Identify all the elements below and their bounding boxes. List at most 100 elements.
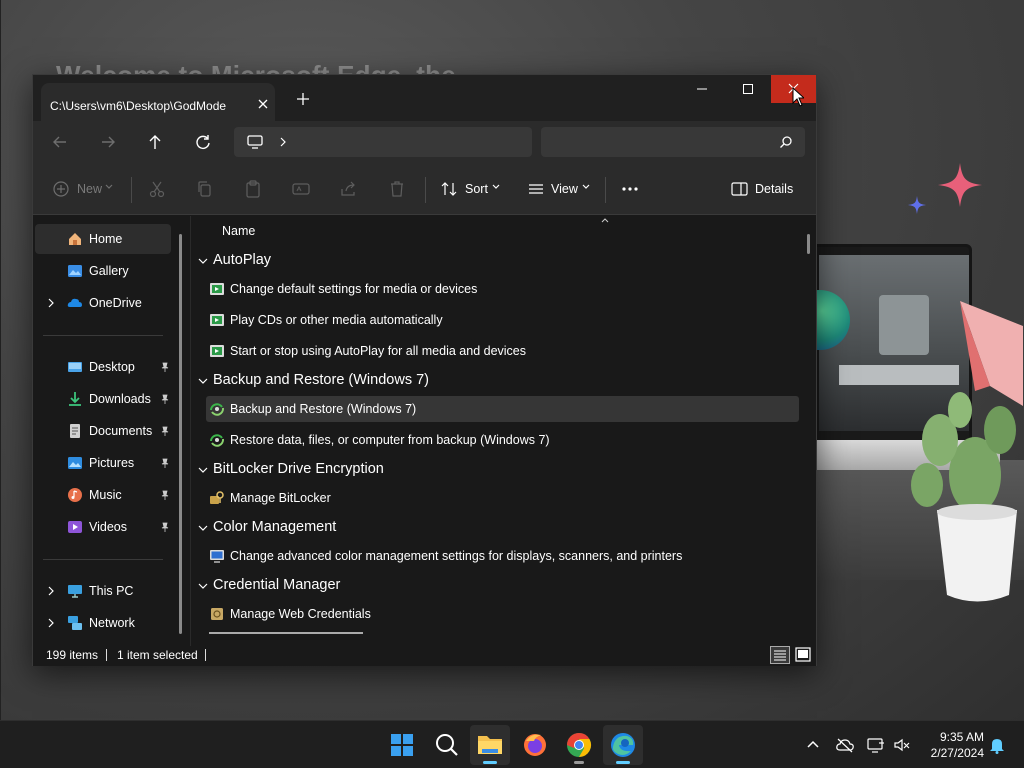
downloads-icon <box>69 392 81 406</box>
clock-time[interactable]: 9:35 AM <box>920 730 984 744</box>
list-item[interactable]: Change advanced color management setting… <box>206 543 799 569</box>
navigation-pane: Home Gallery OneDrive Desktop Downloads … <box>33 216 191 646</box>
breadcrumb-chevron-icon[interactable] <box>278 136 288 148</box>
sidebar-item-home[interactable]: Home <box>35 224 171 254</box>
file-explorer-taskbar-button[interactable] <box>470 725 510 765</box>
monitor-icon <box>247 135 263 149</box>
search-input[interactable] <box>541 127 805 157</box>
up-arrow-icon[interactable] <box>142 131 168 153</box>
more-options-icon[interactable] <box>620 179 640 199</box>
sidebar-divider <box>43 559 163 560</box>
new-button[interactable]: New <box>77 182 102 196</box>
active-indicator <box>483 761 497 764</box>
chevron-right-icon[interactable] <box>45 297 57 309</box>
chevron-down-icon <box>198 525 208 531</box>
details-pane-icon <box>731 182 748 196</box>
pin-icon[interactable] <box>159 457 171 469</box>
sidebar-item-music[interactable]: Music <box>35 480 171 510</box>
chrome-taskbar-button[interactable] <box>559 725 599 765</box>
pin-icon[interactable] <box>159 489 171 501</box>
decor-cactus-icon <box>911 392 1017 602</box>
search-taskbar-button[interactable] <box>427 725 467 765</box>
edge-taskbar-button[interactable] <box>603 725 643 765</box>
volume-muted-icon[interactable] <box>892 735 912 755</box>
view-button[interactable]: View <box>551 182 578 196</box>
rename-icon[interactable] <box>291 179 311 199</box>
details-button[interactable]: Details <box>755 182 793 196</box>
share-icon[interactable] <box>339 179 359 199</box>
tab-godmode[interactable]: C:\Users\vm6\Desktop\GodMode <box>41 83 275 121</box>
title-bar: C:\Users\vm6\Desktop\GodMode <box>33 75 816 121</box>
firefox-taskbar-button[interactable] <box>515 725 555 765</box>
sidebar-item-network[interactable]: Network <box>35 608 171 638</box>
sidebar-scrollbar[interactable] <box>179 234 182 634</box>
taskbar: 9:35 AM 2/27/2024 <box>0 720 1024 768</box>
maximize-button[interactable] <box>725 75 771 103</box>
pin-icon[interactable] <box>159 521 171 533</box>
copy-icon[interactable] <box>195 179 215 199</box>
list-item[interactable]: Manage BitLocker <box>206 485 799 511</box>
sort-icon <box>441 182 457 196</box>
pin-icon[interactable] <box>159 393 171 405</box>
minimize-button[interactable] <box>679 75 725 103</box>
cut-icon[interactable] <box>147 179 167 199</box>
address-bar[interactable] <box>234 127 532 157</box>
content-scrollbar[interactable] <box>807 234 810 254</box>
sidebar-item-documents[interactable]: Documents <box>35 416 171 446</box>
list-item[interactable]: Change default settings for media or dev… <box>206 276 799 302</box>
group-label: Color Management <box>213 519 337 535</box>
command-separator <box>131 177 132 203</box>
sidebar-item-onedrive[interactable]: OneDrive <box>35 288 171 318</box>
start-button[interactable] <box>382 725 422 765</box>
selection-count: 1 item selected <box>117 648 198 662</box>
sidebar-item-videos[interactable]: Videos <box>35 512 171 542</box>
tab-close-icon[interactable] <box>255 96 271 112</box>
windows-logo-icon <box>391 734 413 756</box>
list-item-label: Manage BitLocker <box>230 491 331 505</box>
back-arrow-icon[interactable] <box>47 131 73 153</box>
list-item-label: Change default settings for media or dev… <box>230 282 478 296</box>
cloud-offline-icon[interactable] <box>835 735 855 755</box>
paste-icon[interactable] <box>243 179 263 199</box>
clock-date[interactable]: 2/27/2024 <box>920 746 984 760</box>
sidebar-item-desktop[interactable]: Desktop <box>35 352 171 382</box>
notification-bell-icon[interactable] <box>987 735 1007 755</box>
column-header-name[interactable]: Name <box>222 224 255 238</box>
list-item-label: Manage Web Credentials <box>230 607 371 621</box>
pin-icon[interactable] <box>159 425 171 437</box>
file-explorer-window: C:\Users\vm6\Desktop\GodMode New Sort Vi… <box>32 74 817 666</box>
chevron-up-icon[interactable] <box>803 735 823 755</box>
gallery-icon <box>68 265 82 277</box>
group-label: BitLocker Drive Encryption <box>213 461 384 477</box>
sidebar-item-label: Pictures <box>89 456 135 470</box>
list-item[interactable]: Start or stop using AutoPlay for all med… <box>206 338 799 364</box>
sidebar-item-pictures[interactable]: Pictures <box>35 448 171 478</box>
refresh-icon[interactable] <box>190 131 216 153</box>
list-item[interactable]: Restore data, files, or computer from ba… <box>206 427 799 453</box>
horizontal-scrollbar[interactable] <box>209 632 363 634</box>
sort-button[interactable]: Sort <box>465 182 488 196</box>
pin-icon[interactable] <box>159 361 171 373</box>
sidebar-item-this-pc[interactable]: This PC <box>35 576 171 606</box>
chevron-down-icon <box>198 258 208 264</box>
sidebar-item-downloads[interactable]: Downloads <box>35 384 171 414</box>
list-item[interactable]: Manage Web Credentials <box>206 601 799 627</box>
chevron-right-icon[interactable] <box>45 617 57 629</box>
list-item-label: Change advanced color management setting… <box>230 549 683 563</box>
autoplay-icon <box>210 283 224 295</box>
delete-icon[interactable] <box>387 179 407 199</box>
list-item-selected[interactable]: Backup and Restore (Windows 7) <box>206 396 799 422</box>
forward-arrow-icon[interactable] <box>95 131 121 153</box>
network-status-icon[interactable] <box>866 735 886 755</box>
plus-icon[interactable] <box>293 89 313 109</box>
list-item[interactable]: Play CDs or other media automatically <box>206 307 799 333</box>
command-separator <box>425 177 426 203</box>
tiles-view-button[interactable] <box>793 646 813 664</box>
sidebar-item-gallery[interactable]: Gallery <box>35 256 171 286</box>
file-list: Name AutoPlay Change default settings fo… <box>191 216 816 646</box>
details-view-button[interactable] <box>770 646 790 664</box>
command-separator <box>605 177 606 203</box>
chevron-down-icon <box>492 184 500 189</box>
chevron-down-icon <box>198 467 208 473</box>
chevron-right-icon[interactable] <box>45 585 57 597</box>
